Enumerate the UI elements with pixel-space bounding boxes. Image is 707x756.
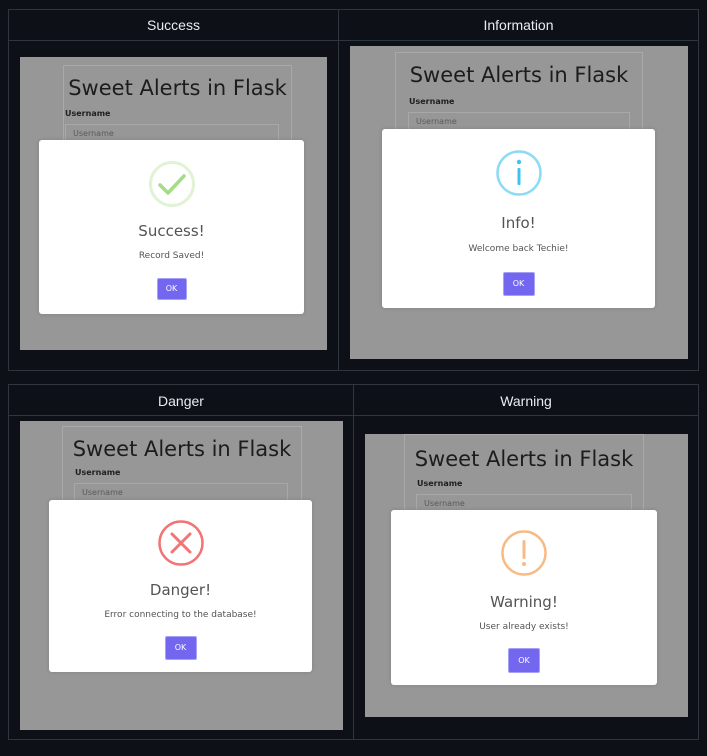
- top-header-divider: [9, 40, 698, 41]
- alert-message: Welcome back Techie!: [468, 244, 569, 254]
- username-label: Username: [65, 109, 111, 118]
- success-screenshot: Sweet Alerts in Flask Username Username …: [20, 57, 327, 350]
- danger-alert-dialog: Danger! Error connecting to the database…: [49, 500, 312, 672]
- danger-screenshot: Sweet Alerts in Flask Username Username …: [20, 421, 343, 730]
- info-alert-dialog: Info! Welcome back Techie! OK: [382, 129, 655, 308]
- form-title: Sweet Alerts in Flask: [72, 437, 292, 461]
- username-label: Username: [75, 468, 121, 477]
- username-label: Username: [417, 479, 463, 488]
- alert-message: User already exists!: [479, 622, 569, 632]
- ok-button[interactable]: OK: [164, 636, 197, 660]
- info-icon: [495, 150, 542, 196]
- exclamation-icon: [501, 530, 547, 576]
- success-alert-dialog: Success! Record Saved! OK: [39, 140, 304, 314]
- check-icon: [148, 161, 195, 207]
- ok-button[interactable]: OK: [508, 648, 540, 673]
- column-heading-success: Success: [147, 17, 200, 33]
- close-icon: [157, 520, 204, 566]
- ok-button[interactable]: OK: [156, 278, 187, 300]
- info-screenshot: Sweet Alerts in Flask Username Username …: [350, 46, 688, 359]
- form-title: Sweet Alerts in Flask: [68, 76, 287, 100]
- column-heading-warning: Warning: [500, 393, 552, 409]
- warning-screenshot: Sweet Alerts in Flask Username Username …: [365, 434, 688, 717]
- bottom-column-divider: [353, 385, 354, 739]
- column-heading-danger: Danger: [158, 393, 204, 409]
- alert-title: Danger!: [149, 581, 212, 599]
- ok-button[interactable]: OK: [502, 272, 535, 296]
- alert-message: Record Saved!: [138, 251, 205, 261]
- form-title: Sweet Alerts in Flask: [414, 447, 634, 471]
- alert-title: Warning!: [490, 593, 558, 611]
- alert-message: Error connecting to the database!: [104, 610, 257, 620]
- warning-alert-dialog: Warning! User already exists! OK: [391, 510, 657, 685]
- username-label: Username: [409, 97, 455, 106]
- alert-title: Info!: [501, 214, 536, 232]
- top-column-divider: [338, 10, 339, 370]
- form-title: Sweet Alerts in Flask: [409, 63, 629, 87]
- alert-title: Success!: [138, 222, 205, 240]
- column-heading-information: Information: [483, 17, 554, 33]
